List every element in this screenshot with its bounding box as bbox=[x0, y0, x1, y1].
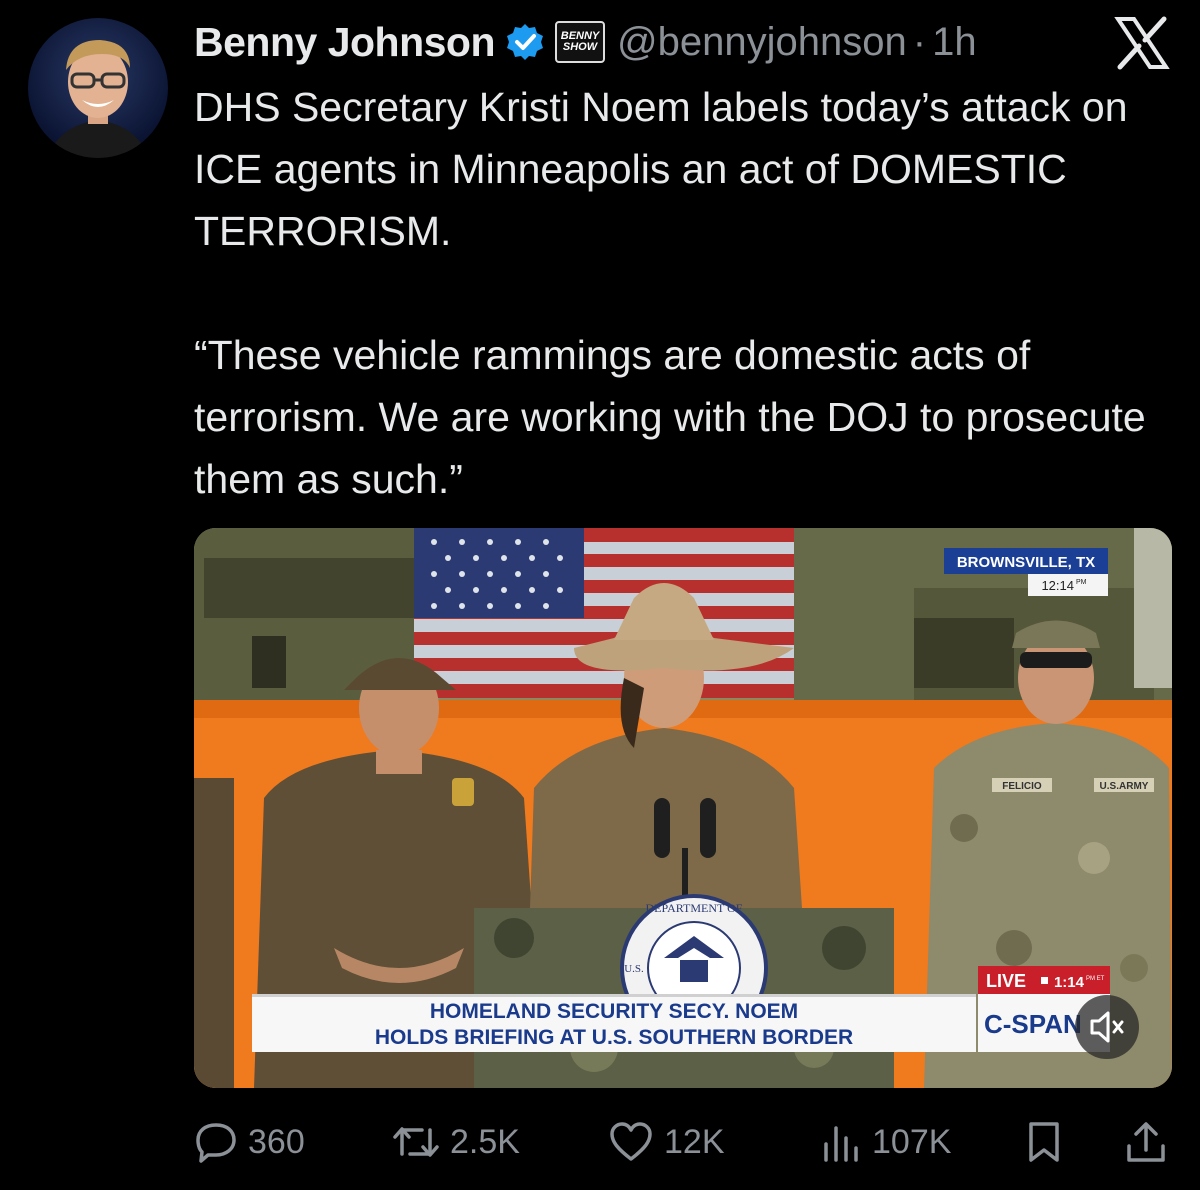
chyron-line2: HOLDS BRIEFING AT U.S. SOUTHERN BORDER bbox=[375, 1026, 853, 1049]
mute-button-icon[interactable] bbox=[1074, 994, 1140, 1060]
seal-text: DEPARTMENT OF bbox=[646, 901, 743, 915]
share-icon bbox=[1127, 1122, 1165, 1162]
bookmark-button[interactable] bbox=[1024, 1112, 1074, 1172]
author-handle[interactable]: @bennyjohnson bbox=[617, 20, 907, 65]
avatar-portrait bbox=[48, 40, 148, 158]
network-logo: C-SPAN bbox=[984, 1009, 1082, 1039]
location-time: 12:14 bbox=[1041, 578, 1074, 593]
tweet-header: Benny Johnson BENNY SHOW @bennyjohnson ·… bbox=[194, 14, 1170, 70]
heart-icon bbox=[610, 1122, 652, 1161]
location-time-suffix: PM bbox=[1076, 579, 1087, 586]
like-button[interactable]: 12K bbox=[608, 1112, 725, 1172]
like-count: 12K bbox=[664, 1122, 725, 1161]
live-time-suffix: PM ET bbox=[1086, 976, 1105, 982]
author-display-name[interactable]: Benny Johnson bbox=[194, 19, 496, 66]
video-frame: FELICIO U.S.ARMY DEPARTMENT OF U.S. BROW… bbox=[194, 528, 1172, 1088]
repost-button[interactable]: 2.5K bbox=[392, 1112, 520, 1172]
repost-count: 2.5K bbox=[450, 1122, 520, 1161]
separator-dot: · bbox=[912, 19, 927, 64]
us-flag bbox=[414, 528, 794, 698]
views-count: 107K bbox=[872, 1122, 952, 1161]
affiliate-badge-logo[interactable]: BENNY SHOW bbox=[555, 21, 606, 63]
repost-icon bbox=[393, 1127, 439, 1157]
soldier-name-tape: FELICIO bbox=[1002, 781, 1042, 792]
post-time[interactable]: 1h bbox=[932, 20, 977, 65]
share-button[interactable] bbox=[1124, 1112, 1178, 1172]
tweet-video[interactable]: FELICIO U.S.ARMY DEPARTMENT OF U.S. BROW… bbox=[194, 528, 1172, 1088]
views-button[interactable]: 107K bbox=[818, 1112, 951, 1172]
bookmark-icon bbox=[1029, 1122, 1059, 1162]
views-chart-icon bbox=[824, 1126, 858, 1162]
affiliate-logo-line2: SHOW bbox=[562, 41, 598, 53]
author-avatar[interactable] bbox=[28, 18, 168, 158]
x-logo-icon bbox=[1114, 16, 1170, 70]
live-label: LIVE bbox=[986, 971, 1026, 991]
reply-button[interactable]: 360 bbox=[194, 1112, 305, 1172]
chyron-line1: HOMELAND SECURITY SECY. NOEM bbox=[430, 1000, 798, 1023]
reply-icon bbox=[196, 1123, 236, 1163]
verified-badge-icon[interactable] bbox=[505, 22, 545, 62]
tweet-text: DHS Secretary Kristi Noem labels today’s… bbox=[194, 84, 1146, 502]
location-label: BROWNSVILLE, TX bbox=[957, 554, 1095, 571]
live-time: 1:14 bbox=[1054, 974, 1085, 991]
tweet-actions: 360 2.5K 12K 107K bbox=[194, 1112, 1172, 1172]
soldier-army-tape: U.S.ARMY bbox=[1100, 781, 1149, 792]
reply-count: 360 bbox=[248, 1122, 305, 1161]
seal-side-text: U.S. bbox=[624, 963, 644, 975]
